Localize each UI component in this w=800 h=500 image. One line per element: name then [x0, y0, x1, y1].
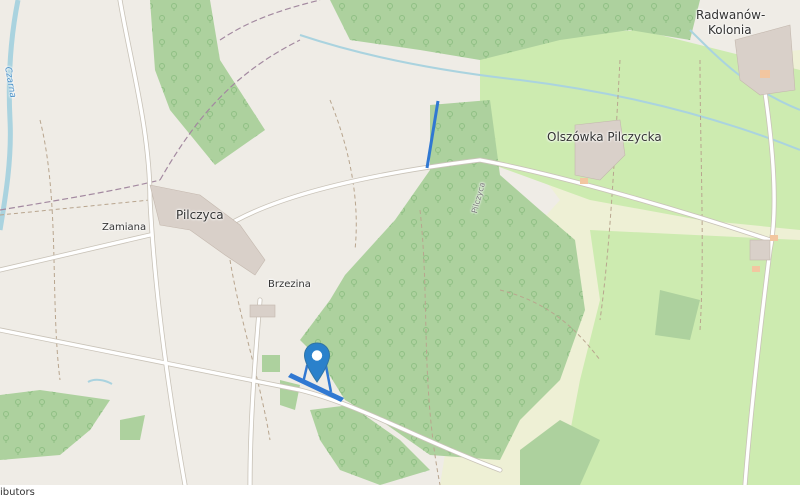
- map-pin-icon[interactable]: [303, 342, 331, 386]
- place-label-radwanow-line1[interactable]: Radwanów-: [696, 8, 765, 22]
- forest-small-2: [262, 355, 280, 372]
- place-label-pilczyca[interactable]: Pilczyca: [176, 208, 224, 222]
- pond: [87, 378, 113, 385]
- place-label-olszowka[interactable]: Olszówka Pilczycka: [547, 130, 662, 144]
- map-attribution[interactable]: ibutors: [0, 485, 800, 500]
- builtup-pilczyca: [149, 184, 266, 276]
- river-czarna: [0, 0, 21, 231]
- place-label-zamiana[interactable]: Zamiana: [102, 222, 146, 233]
- place-label-brzezina[interactable]: Brzezina: [268, 279, 311, 290]
- map-canvas[interactable]: Pilczyca Zamiana Brzezina Olszówka Pilcz…: [0, 0, 800, 485]
- forest-small-1: [120, 415, 145, 440]
- place-label-radwanow-line2[interactable]: Kolonia: [708, 23, 752, 37]
- map-tiles: [0, 0, 800, 485]
